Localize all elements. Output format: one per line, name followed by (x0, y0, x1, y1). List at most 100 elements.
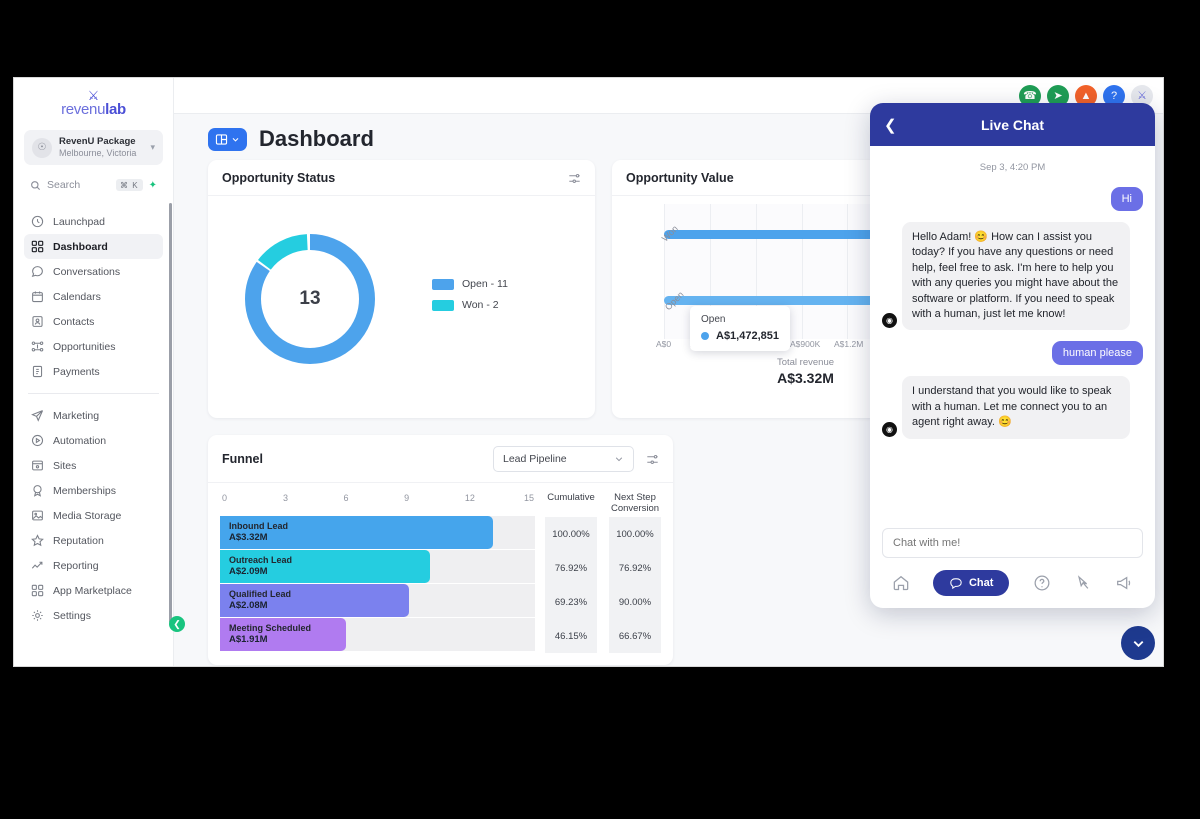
sidebar-item-reporting[interactable]: Reporting (24, 553, 163, 578)
x-tick: A$1.2M (834, 339, 864, 349)
card-header: Opportunity Status (208, 160, 595, 196)
funnel-bar-inbound-lead[interactable]: Inbound Lead A$3.32M (220, 516, 493, 549)
chat-bubble: human please (1051, 341, 1143, 366)
chat-header: ❮ Live Chat (870, 103, 1155, 146)
image-icon (32, 510, 43, 521)
sidebar-nav-secondary: Marketing Automation Sites Memberships M… (24, 403, 163, 628)
chat-nav-label: Chat (968, 577, 994, 589)
sidebar-item-calendars[interactable]: Calendars (24, 284, 163, 309)
filter-icon[interactable] (568, 172, 581, 185)
search-bar[interactable]: Search ⌘ K ✦ (24, 173, 163, 198)
chat-input[interactable] (882, 528, 1143, 558)
click-icon[interactable] (1074, 574, 1092, 592)
trend-up-icon (31, 561, 43, 569)
sidebar-item-dashboard[interactable]: Dashboard (24, 234, 163, 260)
sidebar-item-memberships[interactable]: Memberships (24, 478, 163, 503)
sidebar-item-sites[interactable]: Sites (24, 453, 163, 478)
pipeline-select-value: Lead Pipeline (503, 453, 567, 465)
nodes-icon (31, 341, 44, 352)
sidebar-item-label: Reporting (53, 559, 99, 572)
home-icon[interactable] (892, 574, 910, 592)
sidebar-item-label: Memberships (53, 484, 117, 497)
sidebar-nav-primary: Launchpad Dashboard Conversations Calend… (24, 209, 163, 384)
sidebar-item-app-marketplace[interactable]: App Marketplace (24, 578, 163, 603)
workspace-name: RevenU Package (59, 136, 136, 147)
page-title: Dashboard (259, 126, 374, 151)
chat-date-divider: Sep 3, 4:20 PM (979, 162, 1046, 173)
funnel-cell: 100.00% (609, 517, 661, 551)
funnel-cell: 76.92% (609, 551, 661, 585)
sidebar-item-label: Sites (53, 459, 77, 472)
legend-label: Won - 2 (462, 299, 499, 311)
megaphone-icon[interactable] (1115, 574, 1133, 592)
funnel-bar-qualified-lead[interactable]: Qualified Lead A$2.08M (220, 584, 409, 617)
chat-nav-button[interactable]: Chat (932, 570, 1010, 596)
chat-bubble: I understand that you would like to spea… (902, 376, 1130, 439)
rocket-icon (31, 215, 44, 228)
sidebar: ⚔ revenulab ☉ RevenU Package Melbourne, … (14, 78, 174, 666)
funnel-stage-name: Outreach Lead (229, 555, 293, 565)
sidebar-item-automation[interactable]: Automation (24, 428, 163, 453)
funnel-stage-name: Inbound Lead (229, 521, 288, 531)
chat-bubble-icon (31, 266, 43, 278)
chat-message-user: Hi (882, 187, 1143, 211)
x-tick: A$0 (656, 339, 672, 349)
filter-icon[interactable] (646, 453, 659, 466)
funnel-stage-name: Meeting Scheduled (229, 623, 312, 633)
sidebar-item-conversations[interactable]: Conversations (24, 259, 163, 284)
chevron-down-icon (1133, 640, 1143, 647)
funnel-stage-amount: A$3.32M (229, 532, 268, 544)
contacts-icon (32, 316, 43, 328)
tooltip-value: A$1,472,851 (716, 330, 779, 342)
send-icon (31, 410, 44, 422)
workspace-switcher[interactable]: ☉ RevenU Package Melbourne, Victoria ▾ (24, 130, 163, 166)
funnel-cell: 69.23% (545, 585, 597, 619)
bar-open[interactable] (664, 296, 889, 305)
funnel-bar-meeting-scheduled[interactable]: Meeting Scheduled A$1.91M (220, 618, 346, 651)
sidebar-item-label: Opportunities (53, 340, 116, 353)
pipeline-select[interactable]: Lead Pipeline (493, 446, 634, 472)
grid-icon (31, 240, 44, 253)
tooltip-dot-icon (701, 332, 709, 340)
funnel-card: Funnel Lead Pipeline 0 3 6 9 12 15 Inbou… (208, 435, 673, 665)
sparkle-icon[interactable]: ✦ (149, 180, 157, 191)
donut-center-total: 13 (299, 288, 321, 309)
sidebar-item-settings[interactable]: Settings (24, 603, 163, 628)
legend-swatch (432, 278, 454, 290)
sidebar-item-media-storage[interactable]: Media Storage (24, 503, 163, 528)
dashboard-switcher-button[interactable] (208, 127, 247, 151)
search-input[interactable]: Search (47, 179, 110, 191)
chat-bubble: Hello Adam! 😊 How can I assist you today… (902, 222, 1130, 331)
logo-text-bold: lab (105, 101, 126, 118)
sidebar-item-marketing[interactable]: Marketing (24, 403, 163, 428)
sidebar-item-reputation[interactable]: Reputation (24, 528, 163, 553)
sidebar-item-payments[interactable]: Payments (24, 359, 163, 384)
funnel-bar-outreach-lead[interactable]: Outreach Lead A$2.09M (220, 550, 430, 583)
sidebar-item-contacts[interactable]: Contacts (24, 309, 163, 334)
legend-item[interactable]: Won - 2 (432, 299, 508, 311)
funnel-metrics: Cumulative 100.00% 76.92% 69.23% 46.15% … (545, 492, 661, 653)
x-tick: A$900K (790, 339, 821, 349)
sidebar-scrollbar[interactable] (169, 203, 172, 623)
legend-label: Open - 11 (462, 278, 508, 290)
app-logo[interactable]: ⚔ revenulab (24, 78, 163, 124)
help-circle-icon[interactable] (1033, 574, 1051, 592)
sidebar-item-label: Calendars (53, 290, 101, 303)
card-title: Opportunity Value (626, 171, 734, 185)
x-tick: 12 (464, 493, 475, 503)
sidebar-item-opportunities[interactable]: Opportunities (24, 334, 163, 359)
funnel-column-next-step-conversion: Next Step Conversion 100.00% 76.92% 90.0… (609, 492, 661, 653)
sidebar-collapse-button[interactable]: ❮ (169, 616, 185, 632)
chevron-updown-icon: ▾ (150, 142, 155, 153)
workspace-avatar-icon: ☉ (32, 137, 52, 158)
sidebar-item-launchpad[interactable]: Launchpad (24, 209, 163, 234)
legend-swatch (432, 299, 454, 311)
funnel-column-header: Cumulative (547, 492, 595, 503)
funnel-track: Inbound Lead A$3.32M (220, 516, 535, 549)
funnel-cell: 46.15% (545, 619, 597, 653)
scroll-down-button[interactable] (1121, 626, 1155, 660)
chat-message-user: human please (882, 341, 1143, 366)
funnel-column-cumulative: Cumulative 100.00% 76.92% 69.23% 46.15% (545, 492, 597, 653)
legend-item[interactable]: Open - 11 (432, 278, 508, 290)
chat-title: Live Chat (980, 116, 1044, 133)
